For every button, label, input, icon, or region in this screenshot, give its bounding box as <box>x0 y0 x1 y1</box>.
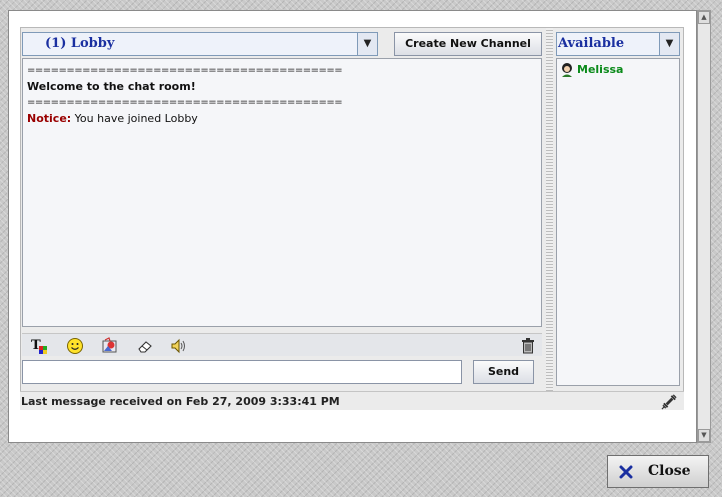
channel-select[interactable]: (1) Lobby ▼ <box>22 32 378 56</box>
status-select[interactable]: Available ▼ <box>556 32 680 56</box>
close-x-icon <box>619 465 633 479</box>
create-channel-button[interactable]: Create New Channel <box>394 32 542 56</box>
channel-select-value: (1) Lobby <box>45 36 115 51</box>
trash-icon[interactable] <box>519 337 537 355</box>
user-avatar-icon <box>562 63 572 77</box>
user-name: Melissa <box>577 63 624 76</box>
speaker-icon[interactable] <box>170 337 188 355</box>
close-button-label: Close <box>648 463 691 479</box>
message-toolbar: T <box>22 333 542 356</box>
notice-text: You have joined Lobby <box>71 112 198 125</box>
main-panel: (1) Lobby ▼ Create New Channel =========… <box>8 10 697 443</box>
notice-message: Notice: You have joined Lobby <box>27 111 541 127</box>
pane-splitter[interactable] <box>546 28 553 409</box>
vertical-scrollbar[interactable]: ▲ ▼ <box>697 10 711 443</box>
eraser-icon[interactable] <box>136 337 154 355</box>
close-button[interactable]: Close <box>607 455 709 488</box>
separator-line: ======================================== <box>27 65 343 76</box>
separator-line: ======================================== <box>27 97 343 108</box>
user-list: Melissa <box>556 58 680 386</box>
message-input[interactable] <box>22 360 462 384</box>
smiley-icon[interactable] <box>66 337 84 355</box>
image-icon[interactable] <box>101 337 119 355</box>
welcome-message: Welcome to the chat room! <box>27 80 196 93</box>
status-bar: Last message received on Feb 27, 2009 3:… <box>20 391 684 410</box>
scroll-down-button[interactable]: ▼ <box>698 429 710 442</box>
chevron-down-icon[interactable]: ▼ <box>659 33 679 55</box>
last-message-status: Last message received on Feb 27, 2009 3:… <box>21 395 340 408</box>
status-select-value: Available <box>558 36 625 51</box>
scroll-up-button[interactable]: ▲ <box>698 11 710 24</box>
send-button[interactable]: Send <box>473 360 534 384</box>
plug-icon <box>661 394 677 410</box>
chevron-down-icon[interactable]: ▼ <box>357 33 377 55</box>
text-format-icon[interactable]: T <box>30 337 48 355</box>
notice-label: Notice: <box>27 112 72 125</box>
message-area: ========================================… <box>22 58 542 327</box>
